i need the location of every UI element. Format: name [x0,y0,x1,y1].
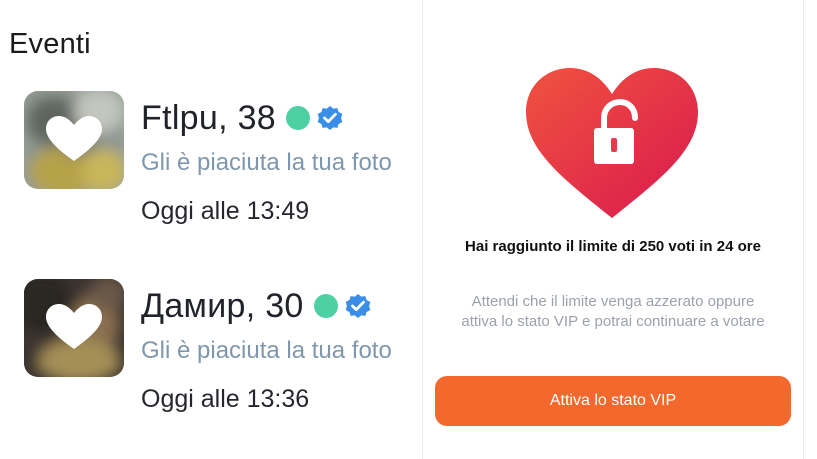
blurred-photo-thumbnail[interactable] [24,279,124,377]
limit-title: Hai raggiunto il limite di 250 voti in 2… [465,238,761,255]
event-description: Gli è piaciuta la tua foto [141,337,392,364]
activate-vip-button[interactable]: Attiva lo stato VIP [435,376,791,426]
event-title-row: Дамир, 30 [141,284,372,328]
event-item[interactable]: Дамир, 30 Gli è piaciuta la tua foto Ogg… [24,279,420,413]
online-status-dot [286,106,310,130]
events-panel: Eventi Ftlpu, 38 Gli è piaciuta la tua f… [0,0,420,459]
event-item[interactable]: Ftlpu, 38 Gli è piaciuta la tua foto Ogg… [24,91,420,225]
event-title-row: Ftlpu, 38 [141,96,344,140]
limit-reached-panel: Hai raggiunto il limite di 250 voti in 2… [422,0,804,459]
user-name-age[interactable]: Ftlpu, 38 [141,99,276,138]
verified-badge-icon [316,104,344,132]
verified-badge-icon [344,292,372,320]
page-title: Eventi [9,28,91,60]
heart-unlock-icon [522,66,702,227]
online-status-dot [313,294,338,318]
user-name-age[interactable]: Дамир, 30 [141,287,304,326]
event-timestamp: Oggi alle 13:36 [141,385,310,413]
event-timestamp: Oggi alle 13:49 [141,197,310,225]
event-description: Gli è piaciuta la tua foto [141,149,392,176]
blurred-photo-thumbnail[interactable] [24,91,124,189]
limit-description: Attendi che il limite venga azzerato opp… [461,293,765,330]
